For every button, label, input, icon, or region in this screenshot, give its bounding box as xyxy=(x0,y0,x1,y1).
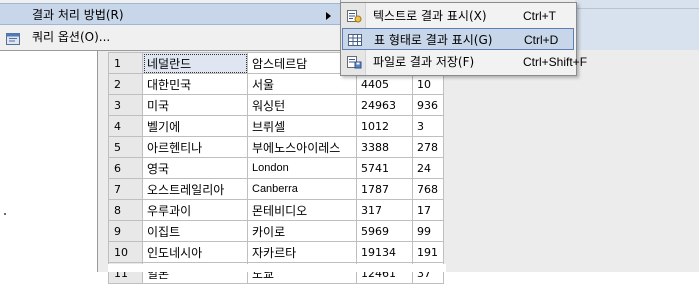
results-to-grid-icon xyxy=(347,32,363,48)
menu-item-label: 텍스트로 결과 표시(X) xyxy=(373,9,487,23)
capital-cell[interactable]: 서울 xyxy=(247,73,357,95)
capital-cell[interactable]: 부에노스아이레스 xyxy=(247,136,357,158)
menu-item-label: 파일로 결과 저장(F) xyxy=(373,55,475,69)
shortcut-label: Ctrl+Shift+F xyxy=(523,55,588,69)
country-cell[interactable]: 오스트레일리아 xyxy=(142,178,248,200)
table-row[interactable]: 9 이집트 카이로 5969 99 xyxy=(108,220,444,242)
value-cell[interactable]: 317 xyxy=(356,199,413,221)
capital-cell[interactable]: London xyxy=(247,157,357,179)
menu-item-results-to-text[interactable]: 텍스트로 결과 표시(X) Ctrl+T xyxy=(342,5,574,27)
menu-item-results-to-grid[interactable]: 표 형태로 결과 표시(G) Ctrl+D xyxy=(342,28,574,50)
value-cell[interactable]: 191 xyxy=(412,241,444,263)
value-cell[interactable]: 768 xyxy=(412,178,444,200)
country-cell[interactable]: 대한민국 xyxy=(142,73,248,95)
capital-cell[interactable]: 카이로 xyxy=(247,220,357,242)
table-row[interactable]: 3 미국 워싱턴 24963 936 xyxy=(108,94,444,116)
results-to-file-icon xyxy=(346,54,362,70)
table-row[interactable]: 2 대한민국 서울 4405 10 xyxy=(108,73,444,95)
table-row[interactable]: 5 아르헨티나 부에노스아이레스 3388 278 xyxy=(108,136,444,158)
row-number[interactable]: 10 xyxy=(108,241,143,263)
row-number[interactable]: 8 xyxy=(108,199,143,221)
value-cell[interactable]: 19134 xyxy=(356,241,413,263)
results-to-submenu: 텍스트로 결과 표시(X) Ctrl+T 표 형태로 결과 표시(G) Ctrl… xyxy=(340,2,587,76)
country-cell[interactable]: 이집트 xyxy=(142,220,248,242)
value-cell[interactable]: 278 xyxy=(412,136,444,158)
capital-cell[interactable]: 워싱턴 xyxy=(247,94,357,116)
row-number[interactable]: 4 xyxy=(108,115,143,137)
results-grid[interactable]: 1 네덜란드 암스테르담 2 대한민국 서울 4405 10 3 미국 워싱턴 … xyxy=(108,52,444,284)
results-to-text-icon xyxy=(346,8,362,24)
value-cell[interactable]: 5741 xyxy=(356,157,413,179)
toolbar-divider xyxy=(575,8,699,9)
value-cell[interactable]: 17 xyxy=(412,199,444,221)
row-number[interactable]: 1 xyxy=(108,52,143,74)
menu-item-label: 표 형태로 결과 표시(G) xyxy=(374,33,493,47)
row-number[interactable]: 6 xyxy=(108,157,143,179)
country-cell[interactable]: 인도네시아 xyxy=(142,241,248,263)
row-number[interactable]: 5 xyxy=(108,136,143,158)
table-row[interactable]: 6 영국 London 5741 24 xyxy=(108,157,444,179)
value-cell[interactable]: 1012 xyxy=(356,115,413,137)
menu-item-query-options[interactable]: 쿼리 옵션(O)... xyxy=(0,26,340,48)
value-cell[interactable]: 4405 xyxy=(356,73,413,95)
value-cell[interactable]: 5969 xyxy=(356,220,413,242)
submenu-arrow-icon xyxy=(326,12,331,20)
menu-item-results-to[interactable]: 결과 처리 방법(R) xyxy=(0,3,340,25)
country-cell[interactable]: 벨기에 xyxy=(142,115,248,137)
capital-cell[interactable]: Canberra xyxy=(247,178,357,200)
country-cell[interactable]: 미국 xyxy=(142,94,248,116)
context-menu: 결과 처리 방법(R) 쿼리 옵션(O)... xyxy=(0,0,341,51)
capital-cell[interactable]: 자카르타 xyxy=(247,241,357,263)
value-cell[interactable]: 24 xyxy=(412,157,444,179)
shortcut-label: Ctrl+T xyxy=(523,9,556,23)
value-cell[interactable]: 936 xyxy=(412,94,444,116)
country-cell[interactable]: 아르헨티나 xyxy=(142,136,248,158)
value-cell[interactable]: 99 xyxy=(412,220,444,242)
row-number[interactable]: 3 xyxy=(108,94,143,116)
grid-partial-row xyxy=(108,264,446,272)
value-cell[interactable]: 3388 xyxy=(356,136,413,158)
query-options-icon xyxy=(6,30,20,45)
value-cell[interactable]: 1787 xyxy=(356,178,413,200)
menu-item-label: 쿼리 옵션(O)... xyxy=(32,30,111,44)
menu-item-results-to-file[interactable]: 파일로 결과 저장(F) Ctrl+Shift+F xyxy=(342,51,587,73)
table-row[interactable]: 4 벨기에 브뤼셀 1012 3 xyxy=(108,115,444,137)
value-cell[interactable]: 3 xyxy=(412,115,444,137)
table-row[interactable]: 7 오스트레일리아 Canberra 1787 768 xyxy=(108,178,444,200)
shortcut-label: Ctrl+D xyxy=(524,33,559,47)
country-cell[interactable]: 우루과이 xyxy=(142,199,248,221)
row-number[interactable]: 7 xyxy=(108,178,143,200)
capital-cell[interactable]: 브뤼셀 xyxy=(247,115,357,137)
table-row[interactable]: 10 인도네시아 자카르타 19134 191 xyxy=(108,241,444,263)
value-cell[interactable]: 10 xyxy=(412,73,444,95)
row-number[interactable]: 9 xyxy=(108,220,143,242)
value-cell[interactable]: 24963 xyxy=(356,94,413,116)
row-number[interactable]: 2 xyxy=(108,73,143,95)
left-panel-marker xyxy=(4,213,6,215)
table-row[interactable]: 8 우루과이 몬테비디오 317 17 xyxy=(108,199,444,221)
capital-cell[interactable]: 몬테비디오 xyxy=(247,199,357,221)
country-cell[interactable]: 네덜란드 xyxy=(142,52,248,74)
country-cell[interactable]: 영국 xyxy=(142,157,248,179)
menu-item-label: 결과 처리 방법(R) xyxy=(32,8,124,22)
